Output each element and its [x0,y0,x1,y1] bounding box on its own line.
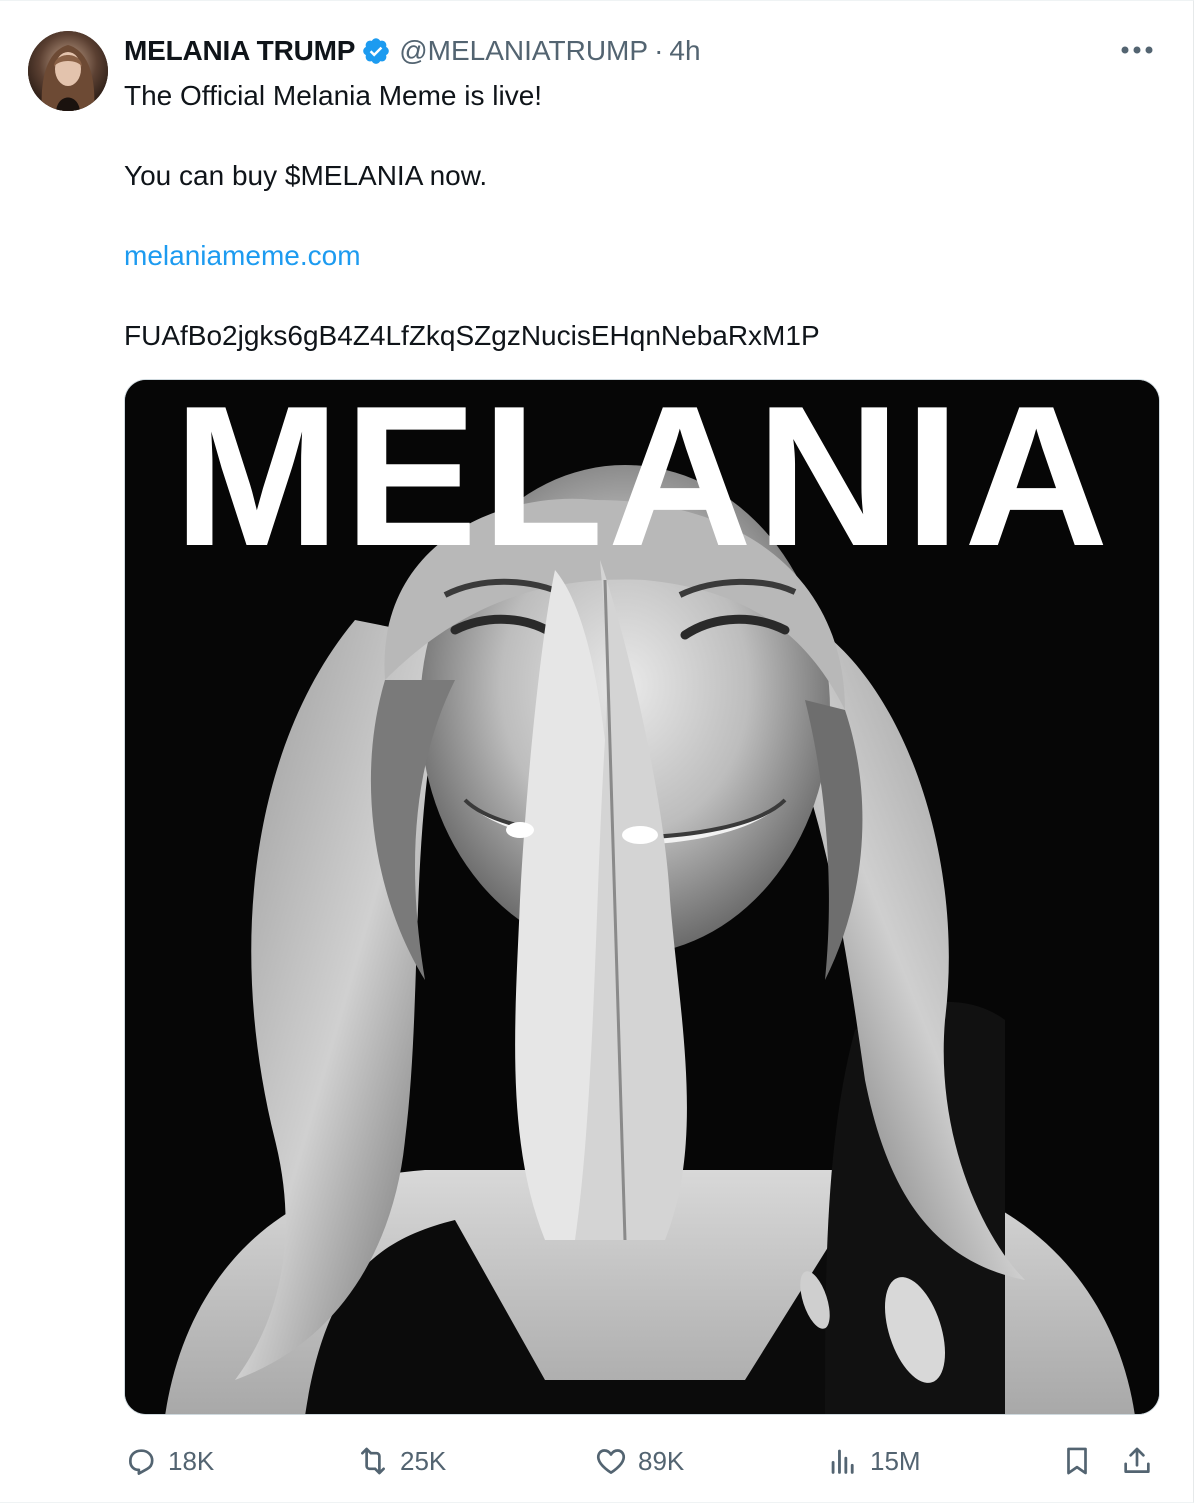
repost-button[interactable]: 25K [356,1437,446,1485]
reply-icon [129,1449,154,1475]
more-options-button[interactable] [1117,35,1157,65]
author-avatar[interactable] [28,31,108,111]
tweet-text-line-2: You can buy $MELANIA now. [124,160,488,191]
media-overlay-title: MELANIA [173,380,1112,588]
header-separator: · [654,35,664,66]
tweet-media-image[interactable]: MELANIA [124,379,1160,1415]
heart-icon [596,1449,626,1474]
avatar-portrait-image [28,31,108,111]
tweet-link[interactable]: melaniameme.com [124,238,361,274]
views-button[interactable]: 15M [826,1437,921,1485]
tweet-text-line-1: The Official Melania Meme is live! [124,80,543,111]
tweet-text-contract: FUAfBo2jgks6gB4Z4LfZkqSZgzNucisEHqnNebaR… [124,320,820,351]
like-count: 89K [638,1445,685,1476]
repost-icon [361,1447,385,1475]
reply-count: 18K [168,1445,215,1476]
tweet-timestamp[interactable]: 4h [669,35,700,67]
bookmark-button[interactable] [1060,1437,1094,1485]
tweet-header: MELANIA TRUMP @MELANIATRUMP · 4h [124,31,701,71]
tweet-actions-bar: 18K 25K 89K 15M [124,1437,1164,1485]
more-horizontal-icon [1121,46,1153,54]
bookmark-icon [1067,1447,1087,1475]
reply-button[interactable]: 18K [124,1437,214,1485]
analytics-icon [831,1449,854,1474]
repost-count: 25K [400,1445,447,1476]
portrait-photo: MELANIA [125,380,1159,1414]
like-button[interactable]: 89K [594,1437,684,1485]
share-button[interactable] [1120,1437,1154,1485]
share-icon [1124,1447,1150,1473]
tweet-card: MELANIA TRUMP @MELANIATRUMP · 4h The Off… [0,0,1194,1503]
author-handle[interactable]: @MELANIATRUMP [399,35,648,67]
verified-badge-icon [361,36,391,66]
author-display-name[interactable]: MELANIA TRUMP [124,35,355,67]
views-count: 15M [870,1445,921,1476]
